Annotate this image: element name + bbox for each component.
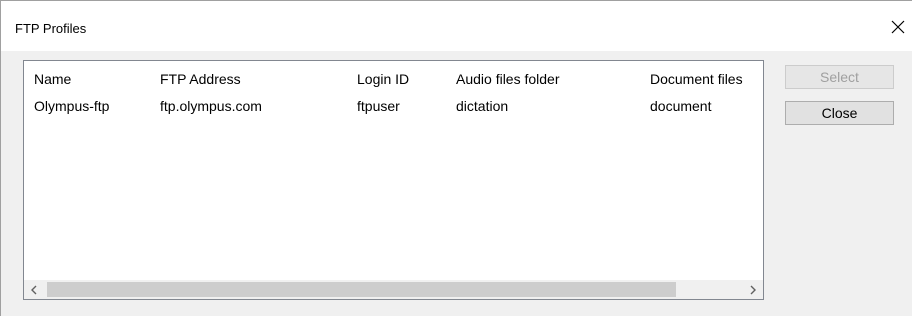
list-header: Name FTP Address Login ID Audio files fo… (24, 68, 763, 90)
column-header-ftp-address[interactable]: FTP Address (160, 68, 350, 90)
cell-login-id: ftpuser (357, 98, 400, 114)
ftp-profiles-dialog: FTP Profiles Name FTP Address Login ID A… (0, 0, 912, 316)
cell-name: Olympus-ftp (34, 98, 110, 114)
dialog-title: FTP Profiles (15, 21, 87, 36)
ftp-profiles-list[interactable]: Name FTP Address Login ID Audio files fo… (23, 60, 764, 300)
scrollbar-thumb[interactable] (47, 282, 676, 297)
close-icon[interactable] (884, 13, 912, 41)
chevron-left-icon[interactable] (24, 280, 44, 299)
title-bar: FTP Profiles (1, 1, 912, 51)
horizontal-scrollbar[interactable] (24, 280, 763, 299)
cell-ftp-address: ftp.olympus.com (160, 98, 262, 114)
select-button[interactable]: Select (785, 65, 894, 89)
column-header-login-id[interactable]: Login ID (357, 68, 447, 90)
cell-audio-files-folder: dictation (456, 98, 509, 114)
table-row[interactable]: Olympus-ftp ftp.olympus.com ftpuser dict… (24, 95, 763, 117)
column-header-audio-files-folder[interactable]: Audio files folder (456, 68, 636, 90)
chevron-right-icon[interactable] (743, 280, 763, 299)
column-header-name[interactable]: Name (34, 68, 154, 90)
close-button[interactable]: Close (785, 101, 894, 125)
column-header-document-files[interactable]: Document files (650, 68, 763, 90)
cell-document-files: document (650, 98, 712, 114)
